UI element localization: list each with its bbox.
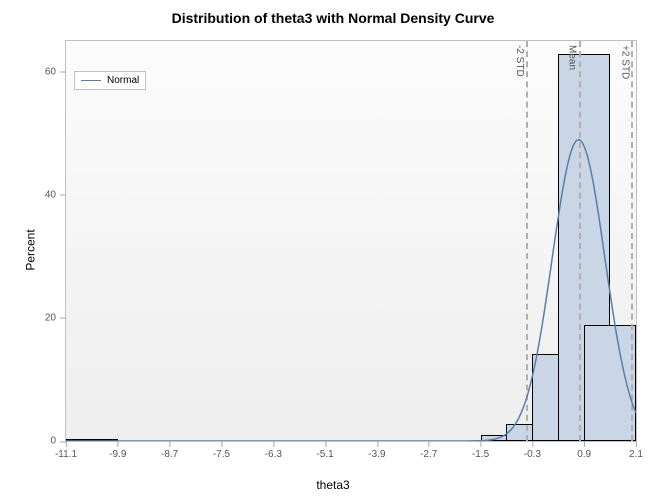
y-tick: 40: [31, 189, 66, 200]
x-tick: -0.3: [524, 441, 541, 460]
plot-inner: [66, 41, 636, 441]
x-tick: -3.9: [368, 441, 385, 460]
legend: Normal: [74, 71, 146, 90]
density-curve: [66, 41, 636, 441]
x-tick: 0.9: [577, 441, 591, 460]
chart-container: Distribution of theta3 with Normal Densi…: [0, 0, 666, 500]
y-tick: 20: [31, 312, 66, 323]
x-tick: -2.7: [420, 441, 437, 460]
plot-area: Normal -2 STDMean+2 STD 0204060 -11.1-9.…: [65, 40, 637, 442]
x-tick: -7.5: [213, 441, 230, 460]
x-tick: -8.7: [161, 441, 178, 460]
x-tick: -11.1: [55, 441, 77, 460]
y-axis-label: Percent: [24, 229, 38, 270]
x-axis-label: theta3: [0, 478, 666, 492]
chart-title: Distribution of theta3 with Normal Densi…: [0, 10, 666, 26]
x-tick: -5.1: [316, 441, 333, 460]
x-tick: -9.9: [109, 441, 126, 460]
legend-swatch-normal: [81, 80, 101, 81]
x-tick: 2.1: [629, 441, 643, 460]
y-tick: 60: [31, 66, 66, 77]
x-tick: -6.3: [265, 441, 282, 460]
legend-label-normal: Normal: [107, 75, 139, 86]
x-tick: -1.5: [472, 441, 489, 460]
